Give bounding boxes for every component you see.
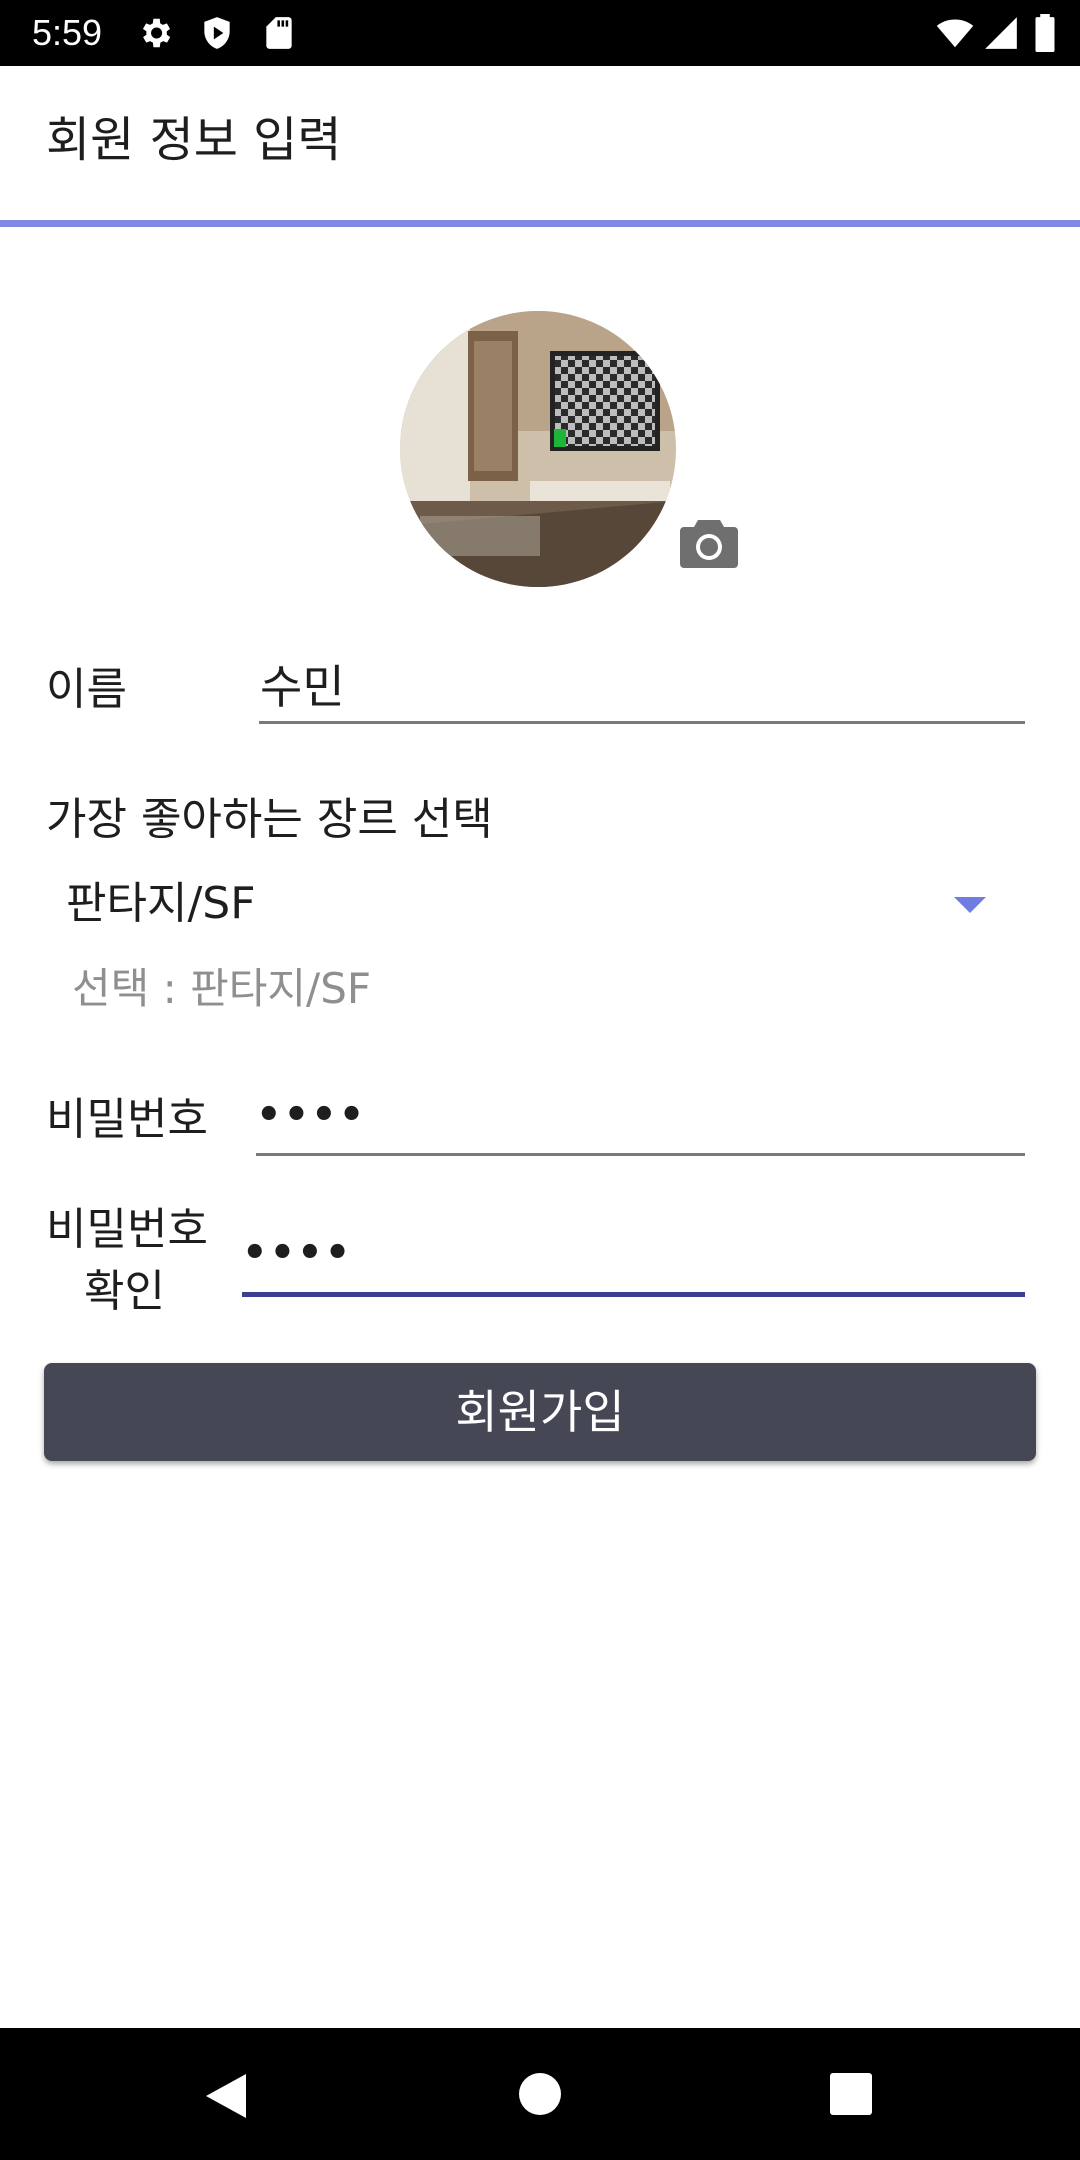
genre-label: 가장 좋아하는 장르 선택	[46, 794, 493, 845]
app-bar: 회원 정보 입력	[0, 66, 1080, 225]
shield-play-icon	[204, 17, 230, 49]
app-bar-divider	[0, 220, 1080, 227]
password-label: 비밀번호	[46, 1094, 208, 1145]
password-confirm-input[interactable]: ••••	[242, 1230, 352, 1276]
signup-button[interactable]: 회원가입	[44, 1363, 1036, 1461]
recents-icon[interactable]	[829, 2072, 873, 2116]
home-icon[interactable]	[518, 2072, 562, 2116]
password-input-underline	[256, 1153, 1025, 1156]
password-input[interactable]: ••••	[256, 1092, 366, 1138]
genre-spinner-value: 판타지/SF	[66, 878, 256, 929]
dropdown-arrow-icon[interactable]	[954, 897, 986, 913]
signal-icon	[985, 17, 1017, 49]
genre-selection-text: 선택 : 판타지/SF	[72, 964, 372, 1013]
sd-card-icon	[266, 17, 292, 49]
name-label: 이름	[46, 664, 127, 715]
back-icon[interactable]	[204, 2072, 248, 2120]
password-confirm-underline	[242, 1292, 1025, 1297]
navigation-bar	[0, 2028, 1080, 2160]
profile-avatar[interactable]	[400, 311, 676, 587]
name-input[interactable]: 수민	[260, 658, 345, 716]
camera-icon[interactable]	[678, 516, 740, 572]
password-confirm-label-line2: 확인	[84, 1266, 165, 1317]
page-title: 회원 정보 입력	[46, 112, 342, 168]
status-bar: 5:59	[0, 0, 1080, 66]
gear-icon	[142, 18, 171, 48]
name-input-underline	[259, 721, 1025, 724]
wifi-icon	[936, 19, 974, 48]
battery-icon	[1035, 14, 1055, 52]
password-confirm-label-line1: 비밀번호	[46, 1204, 208, 1255]
status-time: 5:59	[32, 12, 103, 53]
